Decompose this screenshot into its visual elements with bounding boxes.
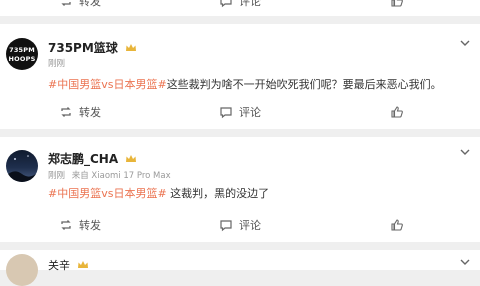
repost-button[interactable]: 转发 <box>0 217 160 233</box>
hashtag-link[interactable]: #中国男篮vs日本男篮# <box>48 187 167 200</box>
repost-icon <box>61 220 71 230</box>
post-text: 这些裁判为啥不一开始吹死我们呢？要最后来恶心我们。 <box>166 78 442 91</box>
comment-label: 评论 <box>239 106 261 119</box>
post-content: #中国男篮vs日本男篮#这些裁判为啥不一开始吹死我们呢？要最后来恶心我们。 <box>48 76 470 92</box>
action-bar: 转发 评论 <box>0 213 480 237</box>
comment-label: 评论 <box>239 219 261 232</box>
post-time: 刚刚 <box>48 59 66 69</box>
post-card: 转发 评论 <box>0 0 480 16</box>
action-bar: 转发 评论 <box>0 100 480 124</box>
repost-label: 转发 <box>79 106 101 119</box>
avatar[interactable] <box>6 254 38 286</box>
like-button[interactable] <box>320 105 480 119</box>
post-content: #中国男篮vs日本男篮# 这裁判，黑的没边了 <box>48 185 470 201</box>
post-card: 郑志鹏_CHA 刚刚 来自 Xiaomi 17 Pro Max #中国男篮vs日… <box>0 137 480 242</box>
crown-badge-icon <box>77 261 88 268</box>
repost-button[interactable]: 转发 <box>0 0 160 9</box>
action-bar: 转发 评论 <box>0 0 480 13</box>
post-meta: 刚刚 来自 Xiaomi 17 Pro Max <box>48 169 175 181</box>
post-source: 来自 Xiaomi 17 Pro Max <box>71 171 171 181</box>
repost-icon <box>61 107 71 117</box>
post-text: 这裁判，黑的没边了 <box>166 187 270 200</box>
thumbs-up-icon <box>391 106 403 118</box>
username[interactable]: 关辛 <box>48 257 89 273</box>
chevron-down-icon[interactable] <box>460 149 470 155</box>
post-meta: 刚刚 <box>48 57 69 69</box>
repost-label: 转发 <box>79 0 101 8</box>
comment-icon <box>220 107 232 119</box>
thumbs-up-icon <box>391 0 403 7</box>
repost-icon <box>61 0 71 6</box>
avatar[interactable]: 735PM HOOPS <box>6 38 38 70</box>
username[interactable]: 郑志鹏_CHA <box>48 150 137 167</box>
comment-label: 评论 <box>239 0 261 8</box>
repost-label: 转发 <box>79 219 101 232</box>
avatar-text: HOOPS <box>8 55 36 63</box>
crown-badge-icon <box>125 44 136 51</box>
comment-button[interactable]: 评论 <box>160 104 320 120</box>
username-text: 郑志鹏_CHA <box>48 152 119 166</box>
like-button[interactable] <box>320 0 480 8</box>
repost-button[interactable]: 转发 <box>0 104 160 120</box>
post-card: 735PM HOOPS 735PM篮球 刚刚 #中国男篮vs日本男篮#这些裁判为… <box>0 24 480 129</box>
username-text: 关辛 <box>48 259 70 272</box>
crown-badge-icon <box>126 155 137 162</box>
avatar-text: 735PM <box>9 46 35 54</box>
comment-button[interactable]: 评论 <box>160 217 320 233</box>
hashtag-link[interactable]: #中国男篮vs日本男篮# <box>48 78 167 91</box>
weibo-comment-feed: 转发 评论 735PM HOOPS 735PM篮球 刚刚 #中国男篮vs日本男篮… <box>0 0 480 286</box>
chevron-down-icon[interactable] <box>460 259 470 265</box>
chevron-down-icon[interactable] <box>460 40 470 46</box>
comment-icon <box>220 0 232 8</box>
post-time: 刚刚 <box>48 171 66 181</box>
thumbs-up-icon <box>391 219 403 231</box>
comment-icon <box>220 220 232 232</box>
like-button[interactable] <box>320 218 480 232</box>
username-text: 735PM篮球 <box>48 41 118 55</box>
comment-button[interactable]: 评论 <box>160 0 320 9</box>
avatar-image <box>6 155 38 182</box>
username[interactable]: 735PM篮球 <box>48 39 137 56</box>
avatar[interactable] <box>6 150 38 182</box>
post-card: 关辛 <box>0 250 480 286</box>
